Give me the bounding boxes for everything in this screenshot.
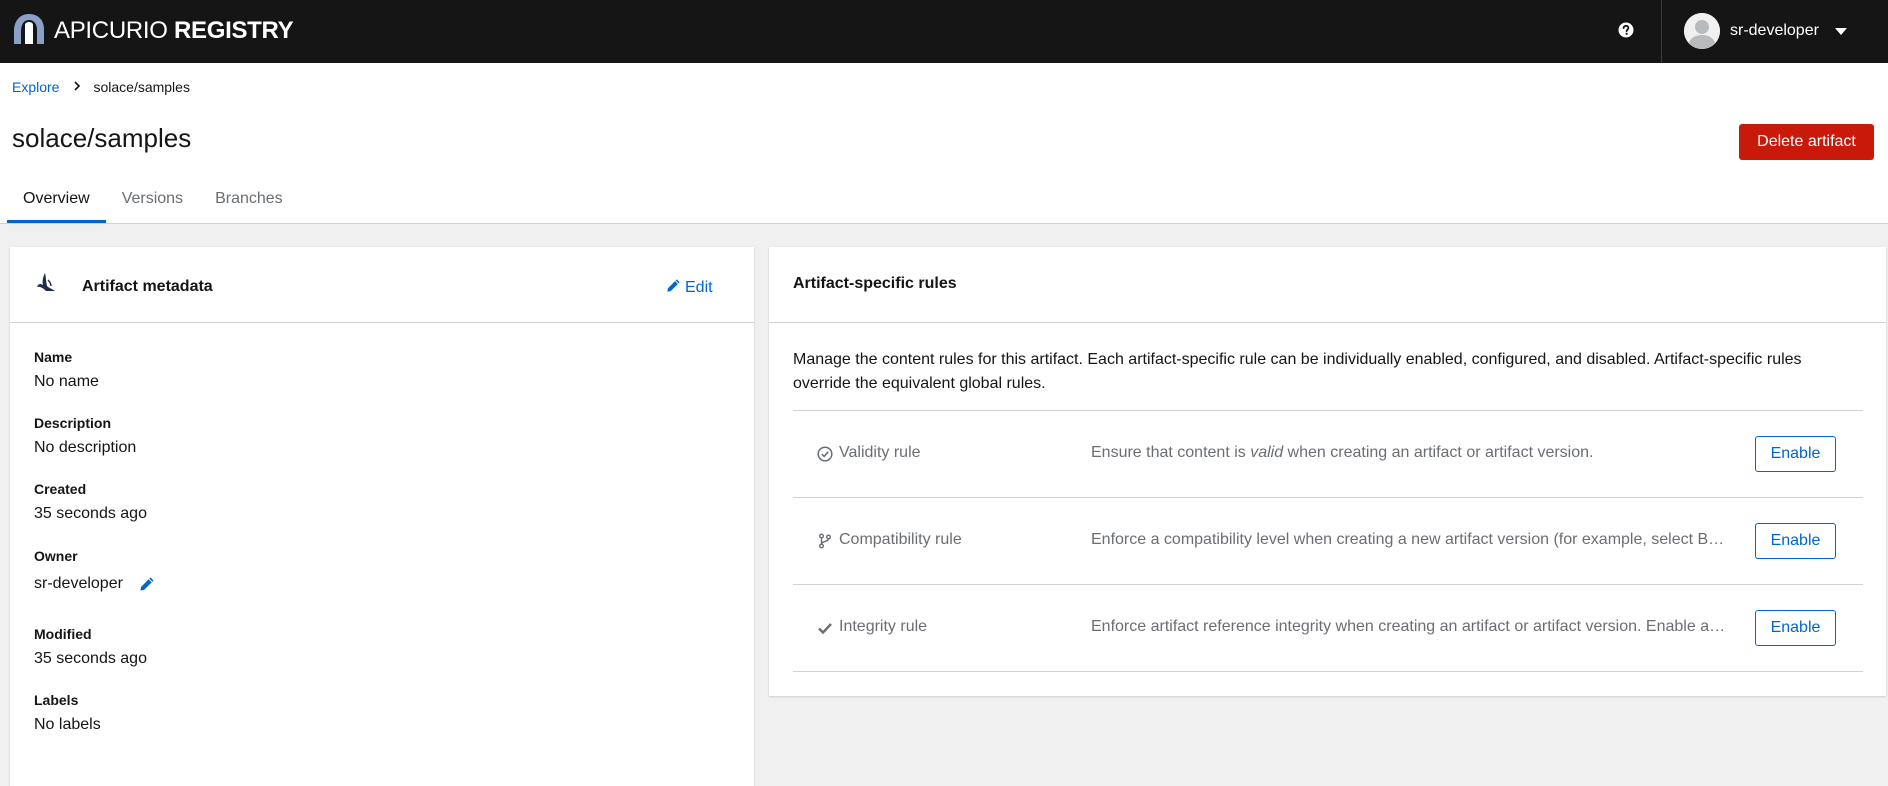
edit-owner-pencil-icon[interactable] [139, 576, 155, 592]
meta-description-label: Description [34, 415, 112, 431]
meta-created-label: Created [34, 481, 87, 497]
apicurio-logo-icon [12, 12, 46, 51]
meta-created: Created 35 seconds ago [34, 481, 147, 523]
chevron-right-icon [73, 80, 81, 94]
artifact-type-icon [34, 271, 58, 295]
edit-label: Edit [685, 279, 713, 296]
rule-name-compatibility: Compatibility rule [839, 531, 962, 548]
metadata-card-title: Artifact metadata [82, 278, 213, 295]
caret-down-icon [1834, 27, 1847, 35]
rule-row-validity: Validity rule Ensure that content is val… [793, 411, 1863, 498]
rule-desc-integrity: Enforce artifact reference integrity whe… [1091, 618, 1731, 635]
meta-name: Name No name [34, 349, 99, 391]
meta-labels: Labels No labels [34, 692, 101, 734]
check-circle-icon [817, 446, 833, 462]
owner-row: sr-developer [34, 575, 155, 593]
enable-integrity-rule-button[interactable]: Enable [1755, 610, 1836, 646]
rule-row-integrity: Integrity rule Enforce artifact referenc… [793, 585, 1863, 672]
meta-owner: Owner sr-developer [34, 548, 155, 593]
rules-description: Manage the content rules for this artifa… [793, 351, 1802, 392]
meta-owner-value: sr-developer [34, 575, 123, 592]
meta-owner-label: Owner [34, 548, 78, 564]
rule-desc-validity: Ensure that content is valid when creati… [1091, 444, 1594, 461]
username: sr-developer [1730, 22, 1819, 39]
pencil-icon [666, 278, 685, 298]
help-icon [1618, 22, 1634, 43]
enable-validity-rule-button[interactable]: Enable [1755, 436, 1836, 472]
rules-card-title: Artifact-specific rules [793, 275, 957, 292]
rule-desc-compatibility: Enforce a compatibility level when creat… [1091, 531, 1731, 548]
metadata-card-header: Artifact metadata Edit [10, 247, 754, 323]
meta-name-label: Name [34, 349, 73, 365]
breadcrumb-explore-link[interactable]: Explore [12, 79, 59, 95]
delete-artifact-button[interactable]: Delete artifact [1739, 124, 1874, 160]
brand[interactable]: APICURIO REGISTRY [12, 11, 294, 51]
rule-name-integrity: Integrity rule [839, 618, 928, 635]
rules-list: Validity rule Ensure that content is val… [793, 410, 1863, 672]
meta-created-value: 35 seconds ago [34, 505, 147, 522]
masthead: APICURIO REGISTRY sr-developer [0, 0, 1888, 63]
meta-modified-label: Modified [34, 626, 92, 642]
tabs: Overview Versions Branches [7, 174, 299, 223]
meta-description-value: No description [34, 439, 137, 456]
code-branch-icon [817, 533, 833, 549]
page-title: solace/samples [12, 123, 192, 153]
artifact-metadata-card: Artifact metadata Edit Name No name Desc… [10, 247, 754, 786]
masthead-divider [1661, 0, 1662, 63]
artifact-rules-card: Artifact-specific rules Manage the conte… [769, 247, 1886, 696]
rule-name-validity: Validity rule [839, 444, 921, 461]
user-menu-toggle[interactable]: sr-developer [1684, 8, 1847, 54]
page-header: Explore solace/samples solace/samples De… [0, 63, 1888, 224]
meta-modified-value: 35 seconds ago [34, 650, 147, 667]
meta-modified: Modified 35 seconds ago [34, 626, 147, 668]
help-button[interactable] [1608, 14, 1644, 50]
brand-name: APICURIO REGISTRY [54, 17, 294, 44]
avatar-icon [1684, 13, 1720, 49]
tab-branches[interactable]: Branches [199, 174, 299, 223]
tab-overview[interactable]: Overview [7, 174, 106, 223]
rule-row-compatibility: Compatibility rule Enforce a compatibili… [793, 498, 1863, 585]
check-icon [817, 620, 833, 636]
meta-labels-value: No labels [34, 716, 101, 733]
tab-versions[interactable]: Versions [106, 174, 199, 223]
meta-name-value: No name [34, 373, 99, 390]
breadcrumb-current: solace/samples [93, 79, 190, 95]
meta-labels-label: Labels [34, 692, 79, 708]
enable-compatibility-rule-button[interactable]: Enable [1755, 523, 1836, 559]
breadcrumb: Explore solace/samples [12, 79, 190, 95]
edit-metadata-button[interactable]: Edit [666, 278, 713, 298]
rules-card-header: Artifact-specific rules [769, 247, 1886, 323]
meta-description: Description No description [34, 415, 136, 457]
